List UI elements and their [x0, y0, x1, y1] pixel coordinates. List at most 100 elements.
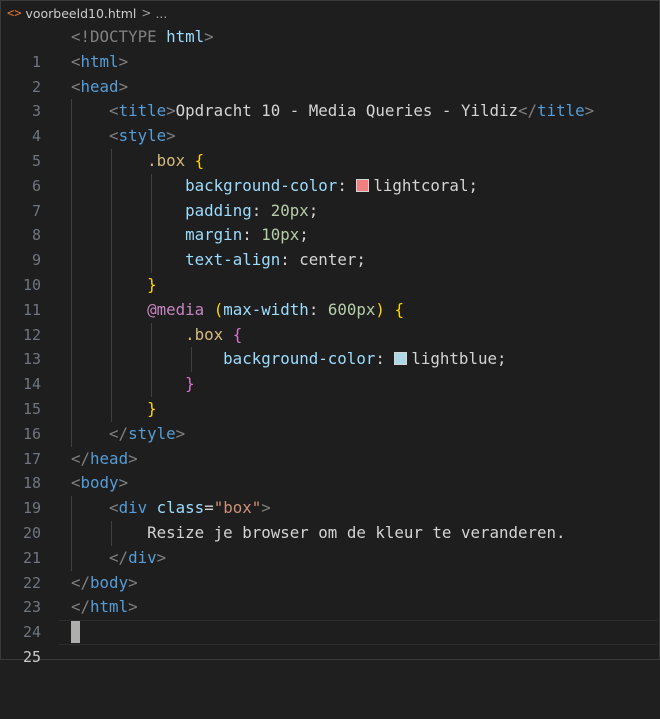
color-swatch-lightblue[interactable]	[394, 352, 408, 366]
tag-name: style	[118, 126, 167, 146]
code-line: 17 </style>	[1, 421, 659, 468]
tag-punct: </	[71, 597, 91, 617]
at-rule: @media	[147, 299, 205, 319]
colon: :	[337, 175, 347, 195]
equals: =	[204, 498, 214, 518]
chevron-right-icon: >	[141, 6, 152, 20]
tag-name: title	[118, 101, 167, 121]
code-line: 4 <title>Opdracht 10 - Media Queries - Y…	[1, 99, 659, 145]
tag-name: html	[90, 597, 129, 617]
css-property: background-color	[223, 349, 376, 369]
tag-punct: </	[518, 101, 538, 121]
tag-name: div	[128, 547, 157, 567]
attribute-value: "box"	[213, 498, 262, 518]
code-line: 16 }	[1, 396, 659, 443]
tag-name: body	[80, 473, 119, 493]
tag-punct: <	[71, 76, 81, 96]
colon: :	[308, 299, 319, 319]
code-line: 5 <style>	[1, 124, 659, 170]
code-line: 12 @media (max-width: 600px) {	[1, 297, 659, 344]
code-line: 14 background-color: lightblue;	[1, 347, 659, 393]
code-area[interactable]: 1 <!DOCTYPE html> 2 <html> 3 <head> 4 <t…	[1, 25, 659, 666]
css-value: 10px	[261, 225, 300, 245]
tag-punct: >	[156, 547, 167, 567]
css-selector: .box	[185, 324, 224, 344]
brace: {	[394, 299, 404, 319]
code-line: 1 <!DOCTYPE html>	[1, 25, 659, 71]
code-line: 2 <html>	[1, 50, 659, 96]
code-line: 3 <head>	[1, 75, 659, 121]
colon: :	[280, 250, 290, 270]
paren: (	[213, 299, 224, 319]
paren: )	[375, 299, 385, 319]
tag-name: html	[80, 51, 119, 71]
semicolon: ;	[468, 175, 478, 195]
semicolon: ;	[308, 200, 319, 220]
code-editor[interactable]: <> voorbeeld10.html > ... 1 <!DOCTYPE ht…	[0, 0, 660, 666]
tag-punct: >	[128, 448, 138, 468]
colon: :	[375, 349, 385, 369]
code-line: 11 }	[1, 272, 659, 319]
css-property: background-color	[185, 175, 338, 195]
tag-name: body	[90, 572, 129, 592]
tag-punct: <	[71, 473, 81, 493]
semicolon: ;	[299, 225, 309, 245]
tag-punct: >	[118, 76, 129, 96]
code-line: 23 </body>	[1, 571, 659, 617]
code-line: 22 </div>	[1, 545, 659, 592]
code-line: 13 .box {	[1, 322, 659, 368]
doctype-open: <!DOCTYPE	[71, 27, 157, 46]
css-property: text-align	[185, 250, 281, 270]
css-property: margin	[185, 225, 243, 245]
tag-punct: >	[261, 498, 271, 518]
tag-punct: >	[118, 51, 129, 71]
css-selector: .box	[147, 150, 186, 170]
tag-punct: >	[166, 126, 176, 146]
tag-punct: </	[109, 423, 129, 443]
text-cursor	[71, 621, 80, 644]
code-line: 10 text-align: center;	[1, 248, 659, 294]
tag-name: head	[80, 76, 119, 96]
code-line: 24 </html>	[1, 595, 659, 641]
tag-punct: >	[118, 473, 129, 493]
tag-punct: >	[175, 423, 186, 443]
title-text: Opdracht 10 - Media Queries - Yildiz	[175, 101, 519, 121]
semicolon: ;	[496, 349, 507, 369]
code-line: 8 padding: 20px;	[1, 198, 659, 244]
brace: }	[185, 374, 195, 394]
tag-punct: >	[128, 572, 138, 592]
code-line: 21 Resize je browser om de kleur te vera…	[1, 520, 659, 567]
tag-punct: >	[584, 101, 595, 121]
breadcrumb: <> voorbeeld10.html > ...	[1, 1, 659, 25]
code-line: 19 <body>	[1, 471, 659, 517]
tag-punct: >	[166, 101, 176, 121]
tag-punct: <	[71, 51, 81, 71]
brace: }	[147, 274, 157, 294]
tag-punct: <	[109, 498, 119, 518]
tag-punct: </	[71, 572, 91, 592]
color-swatch-lightcoral[interactable]	[356, 178, 370, 192]
css-value: lightcoral	[373, 175, 469, 195]
css-value: 600px	[327, 299, 376, 319]
tag-name: style	[128, 423, 176, 443]
tag-punct: <	[109, 101, 119, 121]
css-value: 20px	[270, 200, 309, 220]
code-line: 15 }	[1, 372, 659, 418]
line-number: 25	[22, 647, 41, 666]
tag-punct: >	[128, 597, 138, 617]
brace: {	[194, 150, 205, 170]
css-property: padding	[185, 200, 252, 220]
tag-punct: >	[204, 27, 214, 46]
breadcrumb-file[interactable]: voorbeeld10.html	[25, 6, 136, 21]
code-line: 6 .box {	[1, 148, 659, 195]
tag-name: title	[537, 101, 585, 121]
css-property: max-width	[223, 299, 309, 319]
brace: {	[232, 324, 243, 344]
code-line-active[interactable]: 25	[1, 620, 659, 666]
colon: :	[242, 225, 252, 245]
tag-punct: </	[109, 547, 129, 567]
breadcrumb-more[interactable]: ...	[155, 6, 167, 21]
code-line: 7 background-color: lightcoral;	[1, 173, 659, 220]
tag-name: div	[118, 498, 148, 518]
css-value: center	[299, 250, 357, 270]
